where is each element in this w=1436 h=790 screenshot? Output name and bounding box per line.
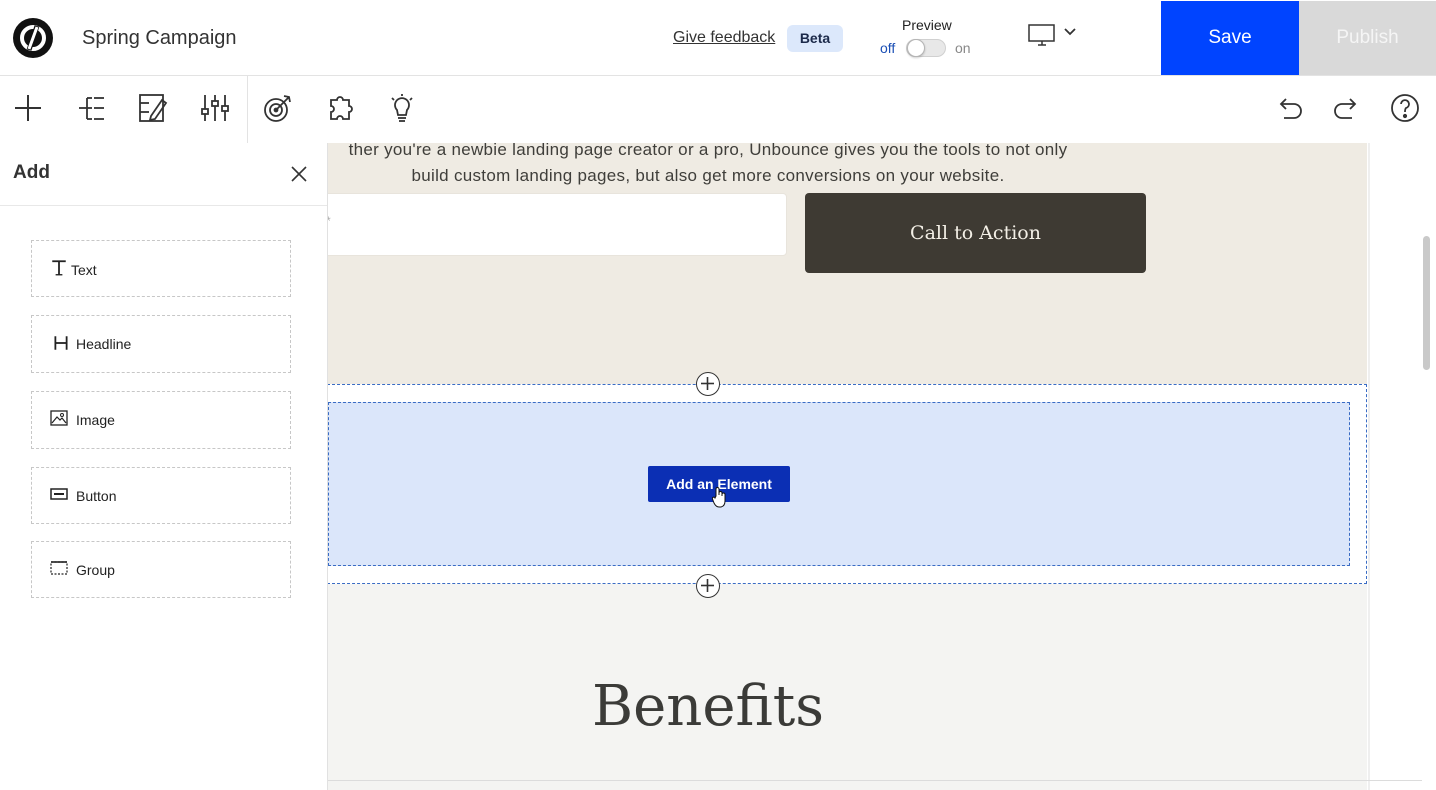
add-item-label: Button xyxy=(76,488,117,504)
add-item-label: Group xyxy=(76,562,115,578)
hero-text-line-1: ther you're a newbie landing page creato… xyxy=(348,143,1068,159)
page-title[interactable]: Spring Campaign xyxy=(82,27,237,50)
beta-badge: Beta xyxy=(787,25,843,52)
text-icon xyxy=(52,260,66,276)
help-icon[interactable] xyxy=(1389,92,1421,124)
add-section-above-icon[interactable] xyxy=(696,372,720,396)
device-selector[interactable] xyxy=(1026,22,1082,48)
section-drop-zone[interactable]: Add an Element xyxy=(328,402,1350,566)
add-item-label: Text xyxy=(71,262,97,278)
benefits-heading[interactable]: Benefits xyxy=(327,674,1089,739)
canvas-bottom-rule xyxy=(327,780,1422,781)
pointer-hand-icon xyxy=(712,487,726,508)
email-input[interactable]: * xyxy=(327,193,787,256)
unbounce-logo-icon[interactable] xyxy=(13,18,53,58)
add-item-image[interactable]: Image xyxy=(31,391,291,449)
add-item-label: Image xyxy=(76,412,115,428)
add-icon[interactable] xyxy=(12,92,44,124)
add-item-button[interactable]: Button xyxy=(31,467,291,524)
canvas-edge xyxy=(1368,143,1370,790)
panel-divider xyxy=(0,205,327,206)
add-panel: Add Text Headline Image Button Group xyxy=(0,143,328,790)
goals-target-icon[interactable] xyxy=(262,92,294,124)
settings-sliders-icon[interactable] xyxy=(199,92,231,124)
group-icon xyxy=(50,561,68,575)
add-item-text[interactable]: Text xyxy=(31,240,291,297)
close-icon[interactable] xyxy=(288,163,310,185)
top-header: Spring Campaign Give feedback Beta Previ… xyxy=(0,0,1436,76)
add-item-headline[interactable]: Headline xyxy=(31,315,291,373)
toolbar-divider xyxy=(247,76,248,143)
benefits-section[interactable]: Benefits xyxy=(327,584,1367,790)
preview-toggle[interactable] xyxy=(906,39,946,57)
page-canvas[interactable]: ther you're a newbie landing page creato… xyxy=(327,143,1367,790)
preview-on-label: on xyxy=(955,40,971,56)
publish-button[interactable]: Publish xyxy=(1299,1,1436,75)
page-tree-icon[interactable] xyxy=(76,92,108,124)
page-properties-icon[interactable] xyxy=(137,92,169,124)
give-feedback-link[interactable]: Give feedback xyxy=(673,29,775,47)
redo-icon[interactable] xyxy=(1330,92,1362,124)
hero-section[interactable]: ther you're a newbie landing page creato… xyxy=(327,143,1367,384)
hero-text-line-2: build custom landing pages, but also get… xyxy=(411,166,1005,185)
save-button[interactable]: Save xyxy=(1161,1,1299,75)
call-to-action-button[interactable]: Call to Action xyxy=(805,193,1146,273)
panel-title: Add xyxy=(13,162,50,183)
image-icon xyxy=(50,410,68,426)
preview-off-label: off xyxy=(880,40,896,56)
preview-label: Preview xyxy=(902,17,952,33)
add-item-group[interactable]: Group xyxy=(31,541,291,598)
headline-icon xyxy=(54,336,68,350)
add-section-below-icon[interactable] xyxy=(696,574,720,598)
smart-traffic-bulb-icon[interactable] xyxy=(386,92,418,124)
toggle-knob xyxy=(907,39,925,57)
hero-paragraph[interactable]: ther you're a newbie landing page creato… xyxy=(327,143,1089,189)
add-item-label: Headline xyxy=(76,336,132,352)
editor-toolbar xyxy=(0,76,1436,143)
undo-icon[interactable] xyxy=(1274,92,1306,124)
new-section[interactable]: Add an Element xyxy=(327,384,1367,584)
desktop-monitor-icon xyxy=(1028,24,1076,46)
vertical-scrollbar[interactable] xyxy=(1423,236,1430,370)
integrations-puzzle-icon[interactable] xyxy=(325,92,357,124)
button-icon xyxy=(50,488,68,500)
